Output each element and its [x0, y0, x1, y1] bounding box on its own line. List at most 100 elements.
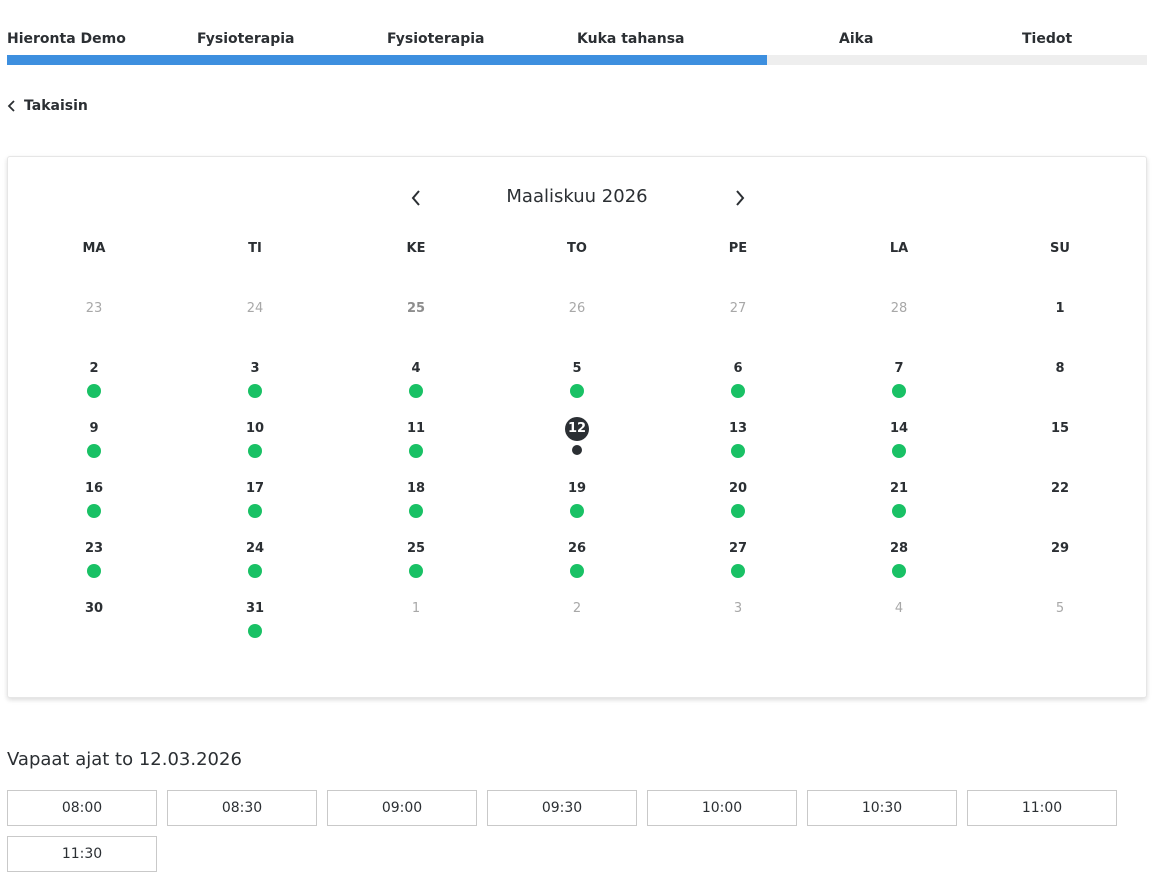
calendar-day-number: 6 — [733, 361, 743, 376]
calendar-day[interactable]: 14 — [869, 417, 929, 461]
calendar-day-number: 28 — [889, 541, 909, 556]
calendar-day: 1 — [386, 597, 446, 641]
calendar-day: 4 — [869, 597, 929, 641]
chevron-left-icon — [7, 100, 15, 112]
back-label: Takaisin — [24, 98, 88, 114]
calendar-day[interactable]: 28 — [869, 537, 929, 581]
availability-dot-icon — [892, 444, 906, 458]
availability-dot-icon — [87, 444, 101, 458]
time-slot-button[interactable]: 10:30 — [807, 790, 957, 826]
calendar-day[interactable]: 26 — [547, 537, 607, 581]
calendar-day-number: 24 — [245, 541, 265, 556]
calendar-day[interactable]: 10 — [225, 417, 285, 461]
calendar-day[interactable]: 4 — [386, 357, 446, 401]
calendar-day-number: 19 — [567, 481, 587, 496]
calendar-day[interactable]: 6 — [708, 357, 768, 401]
calendar-day: 8 — [1030, 357, 1090, 401]
time-slot-button[interactable]: 09:00 — [327, 790, 477, 826]
calendar-day: 1 — [1030, 297, 1090, 341]
calendar-day[interactable]: 9 — [64, 417, 124, 461]
calendar-day-selected[interactable]: 12 — [547, 417, 607, 461]
calendar-day-number: 27 — [729, 301, 747, 316]
time-slot-button[interactable]: 09:30 — [487, 790, 637, 826]
time-slot-button[interactable]: 10:00 — [647, 790, 797, 826]
calendar-day[interactable]: 13 — [708, 417, 768, 461]
calendar-day-number: 31 — [245, 601, 265, 616]
calendar-day-number: 3 — [250, 361, 260, 376]
calendar-day-number: 4 — [894, 601, 904, 616]
calendar-header: Maaliskuu 2026 — [8, 183, 1146, 213]
time-slot-button[interactable]: 11:00 — [967, 790, 1117, 826]
calendar-day: 23 — [64, 297, 124, 341]
calendar-day[interactable]: 2 — [64, 357, 124, 401]
calendar-day-number: 25 — [406, 301, 426, 316]
availability-dot-icon — [248, 564, 262, 578]
calendar-day[interactable]: 19 — [547, 477, 607, 521]
calendar-day: 2 — [547, 597, 607, 641]
calendar-day-number: 21 — [889, 481, 909, 496]
calendar-day-number: 14 — [889, 421, 909, 436]
availability-dot-icon — [409, 504, 423, 518]
step-service[interactable]: Fysioterapia — [387, 31, 484, 47]
calendar-day-number: 13 — [728, 421, 748, 436]
calendar-day-number: 28 — [890, 301, 908, 316]
time-slot-button[interactable]: 11:30 — [7, 836, 157, 872]
back-link[interactable]: Takaisin — [7, 96, 88, 116]
calendar-day-number: 27 — [728, 541, 748, 556]
availability-dot-icon — [248, 384, 262, 398]
booking-steps: Hieronta Demo Fysioterapia Fysioterapia … — [7, 0, 1147, 66]
calendar-day-number: 2 — [572, 601, 582, 616]
calendar-day[interactable]: 17 — [225, 477, 285, 521]
calendar-day: 5 — [1030, 597, 1090, 641]
calendar: Maaliskuu 2026 MA TI KE TO PE LA SU 23 24… — [7, 156, 1147, 698]
availability-dot-icon — [731, 564, 745, 578]
calendar-day-number: 5 — [1055, 601, 1065, 616]
calendar-day-number: 16 — [84, 481, 104, 496]
calendar-day-number: 24 — [246, 301, 264, 316]
calendar-day-number: 4 — [411, 361, 421, 376]
calendar-day: 29 — [1030, 537, 1090, 581]
step-staff[interactable]: Kuka tahansa — [577, 31, 685, 47]
chevron-left-icon — [411, 190, 420, 206]
calendar-day-number: 25 — [406, 541, 426, 556]
next-month-button[interactable] — [727, 185, 753, 211]
calendar-day[interactable]: 3 — [225, 357, 285, 401]
calendar-day-number: 9 — [89, 421, 99, 436]
availability-dot-icon — [731, 384, 745, 398]
availability-dot-icon — [409, 564, 423, 578]
availability-dot-icon — [892, 384, 906, 398]
availability-dot-icon — [731, 504, 745, 518]
calendar-day[interactable]: 25 — [386, 537, 446, 581]
calendar-day[interactable]: 11 — [386, 417, 446, 461]
time-slot-button[interactable]: 08:00 — [7, 790, 157, 826]
calendar-day-number: 18 — [406, 481, 426, 496]
availability-dot-icon — [892, 504, 906, 518]
calendar-day[interactable]: 20 — [708, 477, 768, 521]
calendar-day-number: 7 — [894, 361, 904, 376]
calendar-day[interactable]: 5 — [547, 357, 607, 401]
calendar-month-title: Maaliskuu 2026 — [506, 186, 648, 207]
weekday-mon: MA — [82, 241, 106, 256]
time-slot-button[interactable]: 08:30 — [167, 790, 317, 826]
calendar-day[interactable]: 18 — [386, 477, 446, 521]
prev-month-button[interactable] — [403, 185, 429, 211]
calendar-day[interactable]: 31 — [225, 597, 285, 641]
availability-dot-icon — [572, 445, 582, 455]
availability-dot-icon — [248, 624, 262, 638]
availability-dot-icon — [570, 564, 584, 578]
step-time: Aika — [839, 31, 874, 47]
calendar-day[interactable]: 24 — [225, 537, 285, 581]
calendar-day-number: 23 — [85, 301, 103, 316]
availability-dot-icon — [570, 384, 584, 398]
calendar-day[interactable]: 16 — [64, 477, 124, 521]
calendar-day[interactable]: 7 — [869, 357, 929, 401]
calendar-day[interactable]: 23 — [64, 537, 124, 581]
availability-dot-icon — [570, 504, 584, 518]
calendar-day: 24 — [225, 297, 285, 341]
calendar-day-number: 8 — [1055, 361, 1065, 376]
progress-bar-fill — [7, 55, 768, 65]
calendar-day[interactable]: 21 — [869, 477, 929, 521]
step-service-category[interactable]: Fysioterapia — [197, 31, 294, 47]
calendar-day[interactable]: 27 — [708, 537, 768, 581]
step-service-group[interactable]: Hieronta Demo — [7, 31, 126, 47]
